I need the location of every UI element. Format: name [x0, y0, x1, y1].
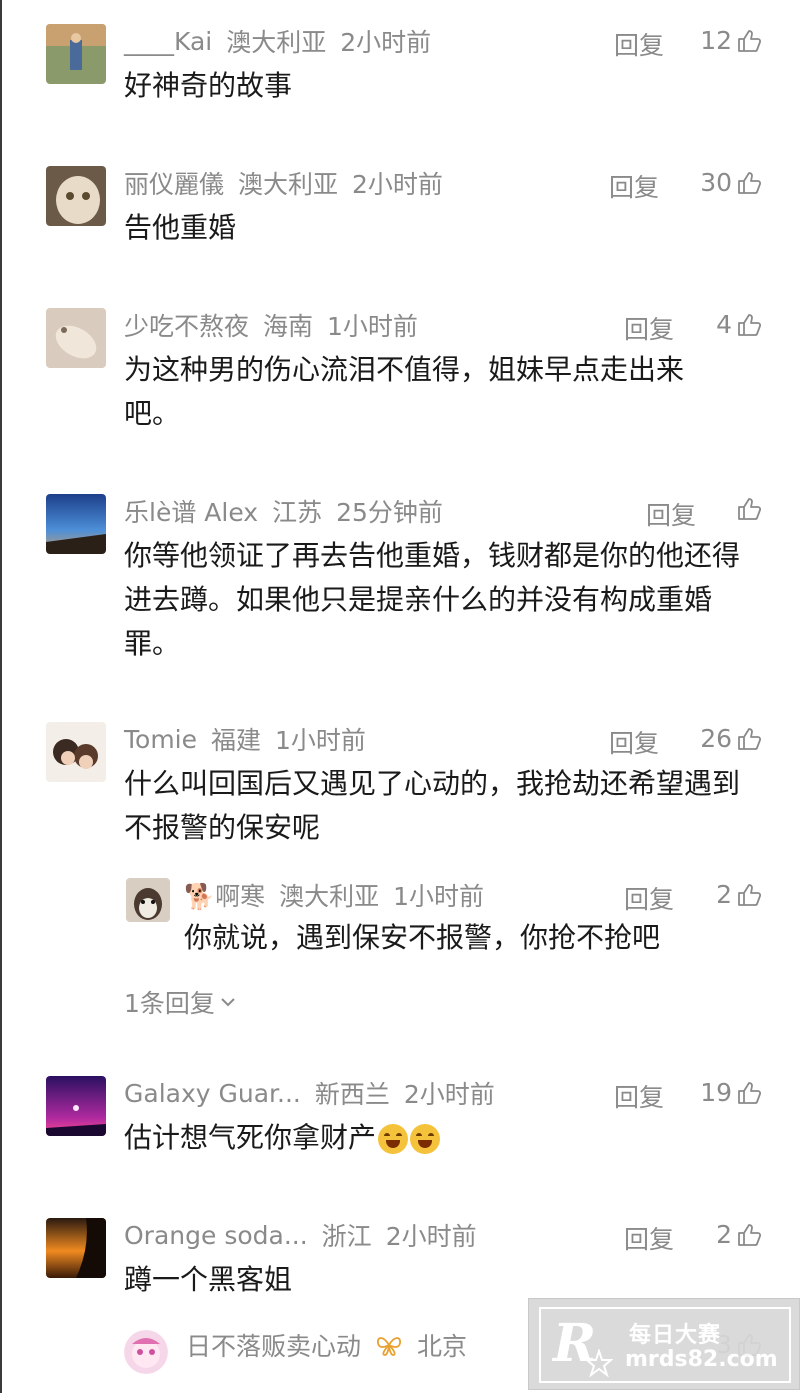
comment-list: ____Kai 澳大利亚 2小时前 回复 12 好神奇的故事 丽仪麗儀 澳大利亚… — [0, 0, 800, 1393]
watermark: R 每日大赛 mrds82.com — [528, 1298, 800, 1390]
avatar[interactable] — [124, 1330, 168, 1374]
thumbs-up-icon — [738, 1081, 762, 1104]
comment-meta: Galaxy Guar... 新西兰 2小时前 — [124, 1076, 509, 1110]
thumbs-up-icon — [738, 727, 762, 750]
like-count: 2 — [716, 880, 732, 909]
avatar[interactable] — [46, 24, 106, 84]
location: 江苏 — [272, 498, 323, 527]
comment-meta: 丽仪麗儀 澳大利亚 2小时前 — [124, 166, 457, 200]
username[interactable]: Tomie — [124, 725, 197, 754]
thumbs-up-icon — [738, 498, 762, 520]
like-count: 19 — [700, 1078, 732, 1107]
comment-meta: ____Kai 澳大利亚 2小时前 — [124, 24, 445, 58]
location: 海南 — [263, 312, 314, 341]
comment-meta: 少吃不熬夜 海南 1小时前 — [124, 308, 432, 342]
avatar[interactable] — [46, 1076, 106, 1136]
comment-text: 为这种男的伤心流泪不值得，姐妹早点走出来吧。 — [124, 353, 685, 430]
reply-text: 你就说，遇到保安不报警，你抢不抢吧 — [184, 921, 661, 954]
like-button[interactable] — [732, 496, 762, 522]
avatar[interactable] — [46, 494, 106, 554]
comment-text-row: 估计想气死你拿财产 — [124, 1116, 764, 1160]
expand-replies-link[interactable]: 1条回复 — [124, 984, 237, 1020]
location: 澳大利亚 — [279, 882, 380, 911]
username[interactable]: Galaxy Guar... — [124, 1079, 301, 1108]
reply-button[interactable]: 回复 — [609, 168, 659, 204]
like-count: 4 — [716, 310, 732, 339]
reply-button[interactable]: 回复 — [646, 496, 696, 532]
location: 澳大利亚 — [238, 170, 339, 199]
like-button[interactable]: 2 — [716, 1220, 762, 1249]
like-count: 26 — [700, 724, 732, 753]
location: 澳大利亚 — [226, 28, 327, 57]
watermark-frame: R 每日大赛 mrds82.com — [539, 1307, 791, 1383]
timestamp: 2小时前 — [352, 170, 443, 199]
reply-button[interactable]: 回复 — [614, 26, 664, 62]
comment-text: 估计想气死你拿财产 — [124, 1121, 377, 1154]
avatar[interactable] — [126, 878, 170, 922]
username[interactable]: 日不落贩卖心动 — [186, 1327, 361, 1363]
comment-text: 你等他领证了再去告他重婚，钱财都是你的他还得进去蹲。如果他只是提亲什么的并没有构… — [124, 539, 741, 660]
location: 新西兰 — [314, 1080, 390, 1109]
like-count: 30 — [700, 168, 732, 197]
timestamp: 2小时前 — [340, 28, 432, 57]
avatar[interactable] — [46, 722, 106, 782]
chevron-down-icon — [221, 998, 235, 1007]
like-count: 12 — [700, 26, 732, 55]
reply-meta: 🐕啊寒 澳大利亚 1小时前 — [184, 878, 498, 912]
timestamp: 25分钟前 — [336, 498, 443, 527]
thumbs-up-icon — [738, 313, 762, 336]
reply-button[interactable]: 回复 — [624, 1220, 674, 1256]
watermark-url: mrds82.com — [625, 1347, 778, 1372]
username[interactable]: Orange soda... — [124, 1221, 308, 1250]
timestamp: 1小时前 — [393, 882, 485, 911]
thumbs-up-icon — [738, 883, 762, 906]
like-count: 2 — [716, 1220, 732, 1249]
like-button[interactable]: 19 — [700, 1078, 762, 1107]
username[interactable]: 少吃不熬夜 — [124, 307, 249, 343]
location: 北京 — [417, 1332, 468, 1361]
timestamp: 2小时前 — [385, 1222, 477, 1251]
thumbs-up-icon — [738, 29, 762, 52]
reply-button[interactable]: 回复 — [624, 310, 674, 346]
comment-text: 什么叫回国后又遇见了心动的，我抢劫还希望遇到不报警的保安呢 — [124, 767, 741, 844]
timestamp: 1小时前 — [275, 726, 366, 755]
like-button[interactable]: 12 — [700, 26, 762, 55]
butterfly-icon — [377, 1337, 401, 1356]
reply-button[interactable]: 回复 — [624, 880, 674, 916]
star-icon — [585, 1349, 613, 1377]
comment-text: 好神奇的故事 — [124, 69, 293, 102]
username[interactable]: 乐lè谱 Alex — [124, 493, 258, 529]
comment-meta: Tomie 福建 1小时前 — [124, 722, 380, 756]
location: 福建 — [211, 726, 262, 755]
comment-text: 告他重婚 — [124, 211, 237, 244]
comment-meta: 日不落贩卖心动 北京 — [186, 1328, 481, 1362]
laughing-emoji-icon — [410, 1124, 441, 1154]
username[interactable]: 丽仪麗儀 — [124, 165, 224, 201]
username[interactable]: 🐕啊寒 — [184, 877, 265, 913]
location: 浙江 — [321, 1222, 372, 1251]
avatar[interactable] — [46, 166, 106, 226]
timestamp: 1小时前 — [327, 312, 418, 341]
like-button[interactable]: 30 — [700, 168, 762, 197]
comment-meta: 乐lè谱 Alex 江苏 25分钟前 — [124, 494, 457, 528]
thumbs-up-icon — [738, 1223, 762, 1246]
avatar[interactable] — [46, 308, 106, 368]
like-button[interactable]: 4 — [716, 310, 762, 339]
like-button[interactable]: 2 — [716, 880, 762, 909]
reply-button[interactable]: 回复 — [609, 724, 659, 760]
expand-replies-label: 1条回复 — [124, 989, 215, 1018]
username[interactable]: ____Kai — [124, 27, 212, 56]
comment-text: 蹲一个黑客姐 — [124, 1263, 293, 1296]
thumbs-up-icon — [738, 171, 762, 194]
watermark-name: 每日大赛 — [629, 1323, 722, 1348]
reply-button[interactable]: 回复 — [614, 1078, 664, 1114]
like-button[interactable]: 26 — [700, 724, 762, 753]
laughing-emoji-icon — [378, 1124, 409, 1154]
avatar[interactable] — [46, 1218, 106, 1278]
timestamp: 2小时前 — [403, 1080, 495, 1109]
comment-meta: Orange soda... 浙江 2小时前 — [124, 1218, 491, 1252]
